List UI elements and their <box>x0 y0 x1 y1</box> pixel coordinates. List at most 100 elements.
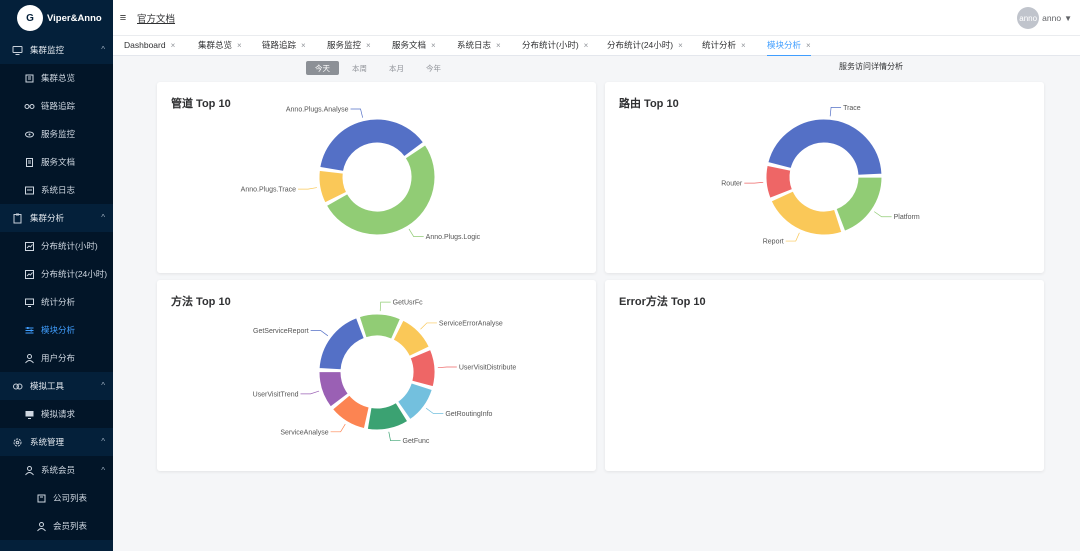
slice-label: UserVisitTrend <box>253 391 299 398</box>
close-icon[interactable]: × <box>171 41 176 50</box>
period-month-button[interactable]: 本月 <box>380 61 413 75</box>
sidebar-item-system-members[interactable]: 系统会员 ^ <box>0 456 113 484</box>
close-icon[interactable]: × <box>237 41 242 50</box>
card-title: 方法 Top 10 <box>171 296 231 308</box>
sidebar-item-user-dist[interactable]: 用户分布 <box>0 344 113 372</box>
sidebar-menu: 集群监控 ^ 集群总览 链路追踪 服务监控 服务文档 系统日志 集群分析 ^ 分… <box>0 36 113 540</box>
sidebar-item-service-doc[interactable]: 服务文档 <box>0 148 113 176</box>
leader-line <box>425 407 444 414</box>
logo-icon: G <box>17 5 43 31</box>
sidebar-item-sim-request[interactable]: 模拟请求 <box>0 400 113 428</box>
sidebar-group-cluster-monitor[interactable]: 集群监控 ^ <box>0 36 113 64</box>
chart-icon <box>24 241 35 252</box>
sidebar-item-stats[interactable]: 统计分析 <box>0 288 113 316</box>
tab-cluster-overview[interactable]: 集群总览 × <box>198 36 242 56</box>
monitor-icon <box>12 45 23 56</box>
sidebar-item-trace[interactable]: 链路追踪 <box>0 92 113 120</box>
brand-name: Viper&Anno <box>47 12 102 24</box>
official-docs-link[interactable]: 官方文档 <box>137 11 175 25</box>
tab-dist-hour[interactable]: 分布统计(小时) × <box>522 36 588 56</box>
slice-label: Anno.Plugs.Trace <box>241 187 296 194</box>
leader-line <box>408 228 424 237</box>
sidebar-item-label: 模块分析 <box>41 325 76 335</box>
leader-line <box>298 187 317 190</box>
slice-label: Trace <box>843 105 861 112</box>
donut-slice[interactable] <box>770 190 843 236</box>
hamburger-icon[interactable]: ≡ <box>115 10 131 26</box>
screen-icon <box>24 297 35 308</box>
sidebar-item-label: 公司列表 <box>53 493 88 503</box>
sidebar-item-member-list[interactable]: 会员列表 <box>0 512 113 540</box>
slice-label: ServiceErrorAnalyse <box>439 320 503 327</box>
slice-label: ServiceAnalyse <box>280 429 328 436</box>
sidebar-group-system-admin[interactable]: 系统管理 ^ <box>0 428 113 456</box>
close-icon[interactable]: × <box>431 41 436 50</box>
chevron-up-icon: ^ <box>101 381 105 390</box>
tab-service-doc[interactable]: 服务文档 × <box>392 36 436 56</box>
leader-line <box>437 366 457 369</box>
building-icon <box>36 493 47 504</box>
sidebar-item-service-monitor[interactable]: 服务监控 <box>0 120 113 148</box>
sidebar: G Viper&Anno 集群监控 ^ 集群总览 链路追踪 服务监控 服务文档 … <box>0 0 113 551</box>
donut-slice[interactable] <box>318 317 365 371</box>
gear-icon <box>12 437 23 448</box>
sidebar-group-sim-tools[interactable]: 模拟工具 ^ <box>0 372 113 400</box>
main-content: 今天 本周 本月 今年 服务访问详情分析 Anno.Plugs.Analyse A… <box>113 56 1080 551</box>
tab-bar: Dashboard × 集群总览 × 链路追踪 × 服务监控 × 服务文档 × 系统日志 ×… <box>113 36 1080 56</box>
tab-dist-24h[interactable]: 分布统计(24小时) × <box>607 36 683 56</box>
close-icon[interactable]: × <box>584 41 589 50</box>
donut-slice[interactable] <box>835 176 883 232</box>
period-week-button[interactable]: 本周 <box>343 61 376 75</box>
card-title: 路由 Top 10 <box>619 98 679 110</box>
sidebar-item-dist-24h[interactable]: 分布统计(24小时) <box>0 260 113 288</box>
leader-line <box>350 108 363 118</box>
screen-icon <box>24 409 35 420</box>
close-icon[interactable]: × <box>741 41 746 50</box>
donut-slice[interactable] <box>409 349 436 388</box>
tab-stats[interactable]: 统计分析 × <box>702 36 746 56</box>
sidebar-item-dist-hour[interactable]: 分布统计(小时) <box>0 232 113 260</box>
tab-label: 集群总览 <box>198 40 233 50</box>
close-icon[interactable]: × <box>301 41 306 50</box>
donut-slice[interactable] <box>358 313 401 340</box>
sidebar-group-label: 集群分析 <box>30 213 65 223</box>
logo[interactable]: G Viper&Anno <box>0 0 113 36</box>
sidebar-item-cluster-overview[interactable]: 集群总览 <box>0 64 113 92</box>
period-today-button[interactable]: 今天 <box>306 61 339 75</box>
slice-label: Platform <box>894 214 920 221</box>
tab-label: 链路追踪 <box>262 40 297 50</box>
building-icon <box>24 73 35 84</box>
sidebar-item-company-list[interactable]: 公司列表 <box>0 484 113 512</box>
leader-line <box>785 232 800 242</box>
sidebar-item-system-log[interactable]: 系统日志 <box>0 176 113 204</box>
close-icon[interactable]: × <box>366 41 371 50</box>
tab-system-log[interactable]: 系统日志 × <box>457 36 501 56</box>
chevron-up-icon: ^ <box>101 437 105 446</box>
sidebar-group-cluster-analysis[interactable]: 集群分析 ^ <box>0 204 113 232</box>
user-icon <box>36 521 47 532</box>
card-title: Error方法 Top 10 <box>619 296 706 308</box>
tab-service-monitor[interactable]: 服务监控 × <box>327 36 371 56</box>
tab-label: 统计分析 <box>702 40 737 50</box>
donut-slice[interactable] <box>767 118 883 176</box>
tab-module-analysis[interactable]: 模块分析 × <box>767 36 811 56</box>
user-menu[interactable]: anno anno ▼ <box>1017 7 1072 29</box>
user-name: anno <box>1042 13 1062 23</box>
sidebar-group-label: 集群监控 <box>30 45 65 55</box>
chevron-up-icon: ^ <box>101 45 105 54</box>
tab-label: 服务文档 <box>392 40 427 50</box>
period-year-button[interactable]: 今年 <box>417 61 450 75</box>
tab-trace[interactable]: 链路追踪 × <box>262 36 306 56</box>
sidebar-group-label: 模拟工具 <box>30 381 65 391</box>
slice-label: GetUsrFc <box>393 300 423 307</box>
eye-icon <box>24 129 35 140</box>
chart-icon <box>24 269 35 280</box>
close-icon[interactable]: × <box>806 41 811 50</box>
sidebar-item-label: 分布统计(24小时) <box>41 269 108 279</box>
doc-icon <box>24 157 35 168</box>
close-icon[interactable]: × <box>678 41 683 50</box>
tab-dashboard[interactable]: Dashboard × <box>124 36 175 56</box>
close-icon[interactable]: × <box>496 41 501 50</box>
sidebar-item-module-analysis[interactable]: 模块分析 <box>0 316 113 344</box>
leader-line <box>300 390 320 395</box>
